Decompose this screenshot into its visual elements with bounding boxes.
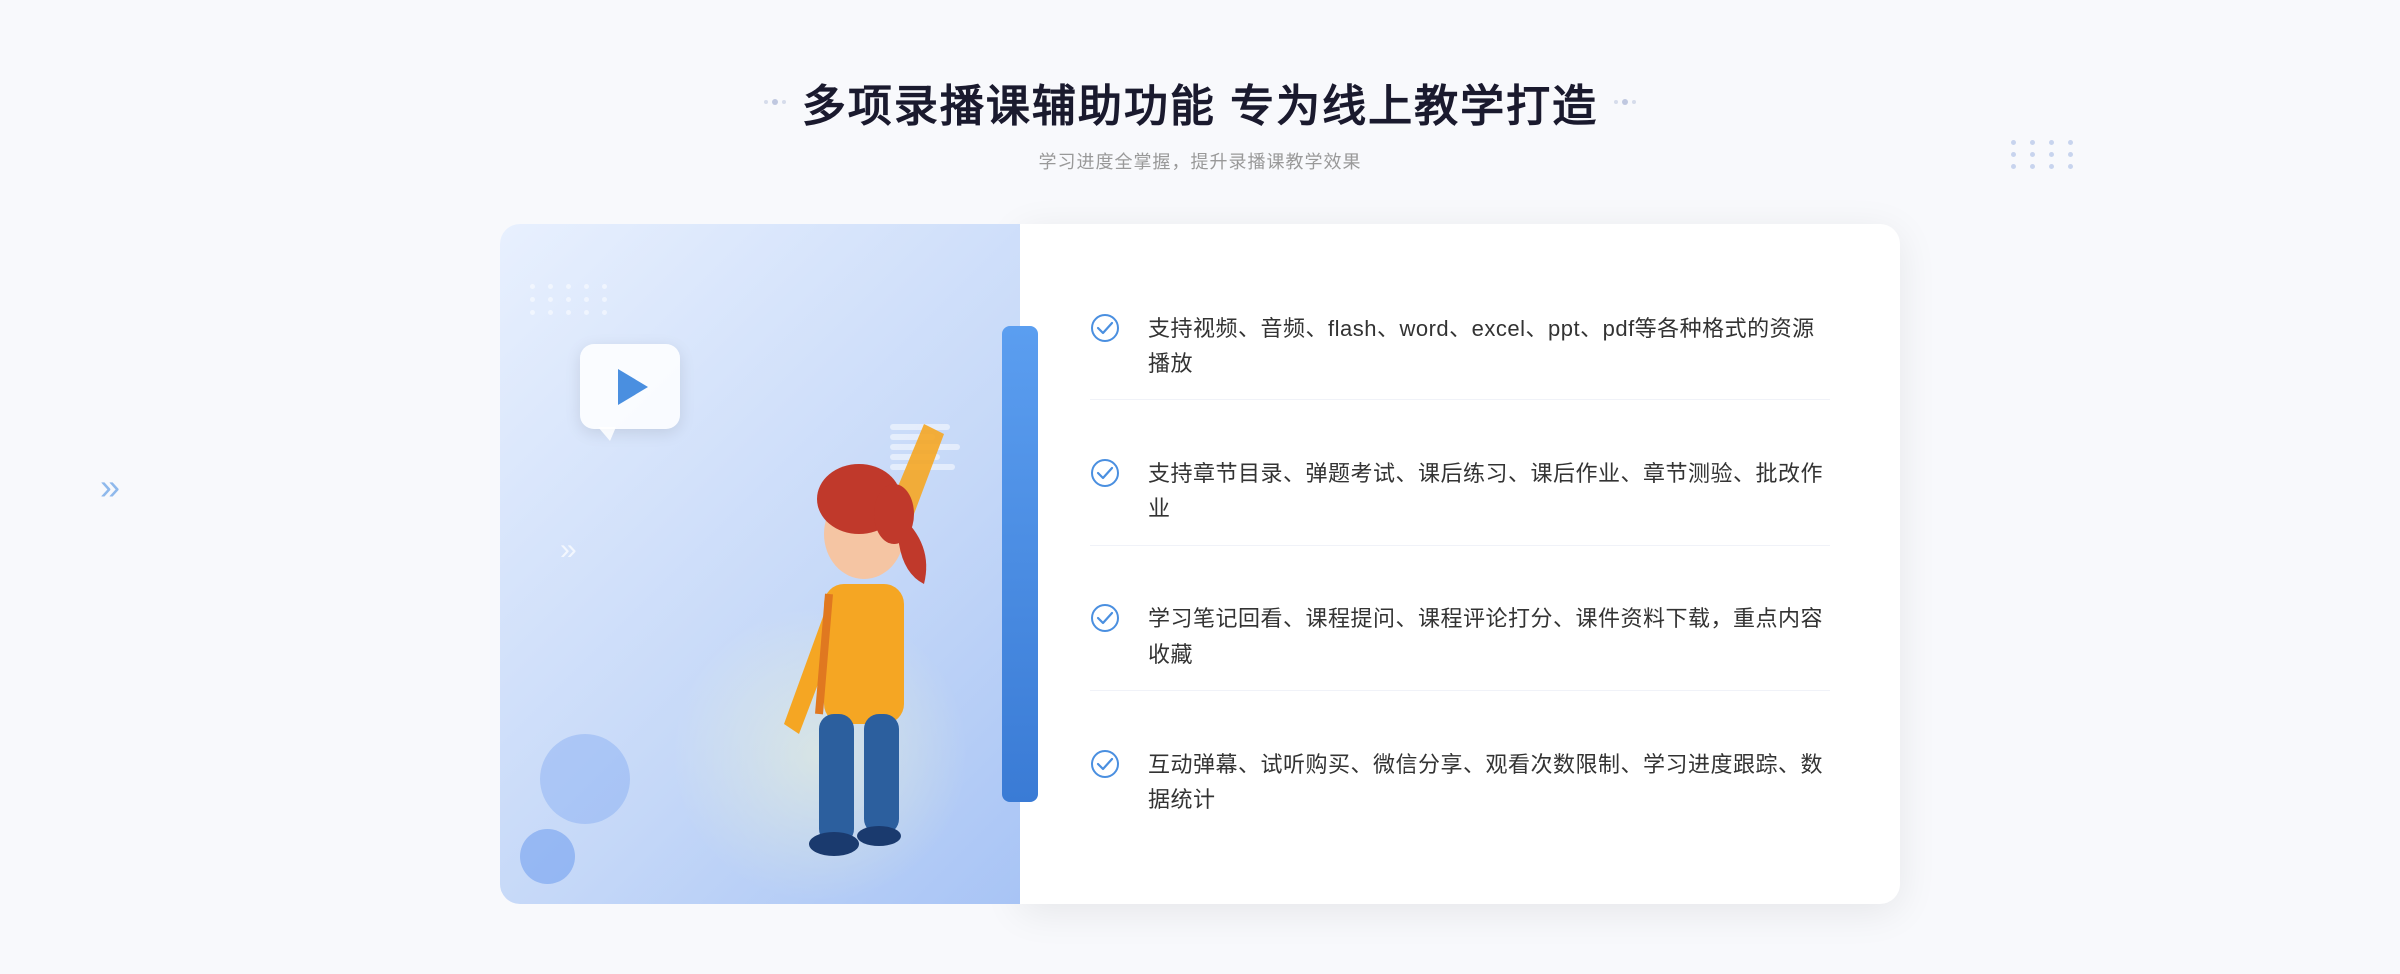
feature-text-2: 支持章节目录、弹题考试、课后练习、课后作业、章节测验、批改作业 [1148, 456, 1830, 526]
illustration-dot-grid [530, 284, 612, 315]
title-decorator-right [1614, 99, 1636, 105]
header-section: 多项录播课辅助功能 专为线上教学打造 学习进度全掌握，提升录播课教学效果 [764, 70, 1636, 174]
feature-item-4: 互动弹幕、试听购买、微信分享、观看次数限制、学习进度跟踪、数据统计 [1090, 729, 1830, 835]
page-container: » 多项录播课辅助功能 专为线上教学打造 学习进度全掌握，提升录播课教学效果 [0, 0, 2400, 974]
deco-circle-large [540, 734, 630, 824]
feature-item-3: 学习笔记回看、课程提问、课程评论打分、课件资料下载，重点内容收藏 [1090, 583, 1830, 690]
feature-item-1: 支持视频、音频、flash、word、excel、ppt、pdf等各种格式的资源… [1090, 293, 1830, 400]
dot-pattern-right [2011, 140, 2080, 169]
person-illustration [704, 344, 984, 904]
feature-text-3: 学习笔记回看、课程提问、课程评论打分、课件资料下载，重点内容收藏 [1148, 601, 1830, 671]
deco-circle-small [520, 829, 575, 884]
subtitle-text: 学习进度全掌握，提升录播课教学效果 [764, 148, 1636, 174]
features-area: 支持视频、音频、flash、word、excel、ppt、pdf等各种格式的资源… [1020, 224, 1900, 904]
page-title: 多项录播课辅助功能 专为线上教学打造 [764, 70, 1636, 134]
check-icon-1 [1090, 313, 1120, 343]
title-decorator-left [764, 99, 786, 105]
left-chevron-decoration: » [100, 466, 120, 508]
check-icon-3 [1090, 603, 1120, 633]
title-text: 多项录播课辅助功能 专为线上教学打造 [802, 70, 1598, 134]
play-bubble [580, 344, 680, 429]
main-content: » [500, 224, 1900, 904]
blue-vertical-bar [1002, 326, 1038, 802]
check-icon-4 [1090, 749, 1120, 779]
illustration-area: » [500, 224, 1020, 904]
feature-item-2: 支持章节目录、弹题考试、课后练习、课后作业、章节测验、批改作业 [1090, 438, 1830, 545]
feature-text-1: 支持视频、音频、flash、word、excel、ppt、pdf等各种格式的资源… [1148, 311, 1830, 381]
play-icon [618, 369, 648, 405]
check-icon-2 [1090, 458, 1120, 488]
feature-text-4: 互动弹幕、试听购买、微信分享、观看次数限制、学习进度跟踪、数据统计 [1148, 747, 1830, 817]
inner-chevron: » [560, 533, 577, 567]
